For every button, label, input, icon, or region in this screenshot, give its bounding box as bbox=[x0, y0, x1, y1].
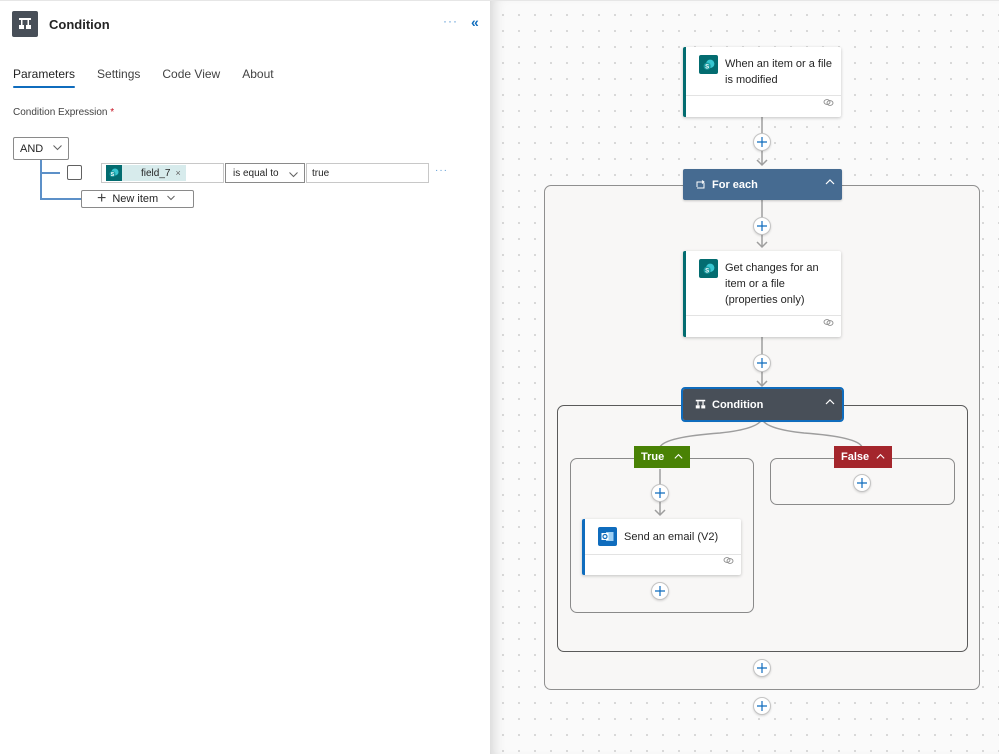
insert-step-button[interactable] bbox=[853, 474, 871, 492]
row-more-options-button[interactable]: ··· bbox=[435, 166, 448, 176]
right-operand-value: true bbox=[312, 167, 330, 179]
row-select-checkbox[interactable] bbox=[67, 165, 82, 180]
insert-step-button[interactable] bbox=[651, 484, 669, 502]
operator-dropdown[interactable]: is equal to bbox=[225, 163, 305, 183]
new-item-button[interactable]: + New item bbox=[81, 190, 194, 208]
tab-settings[interactable]: Settings bbox=[97, 67, 140, 88]
condition-expression-label: Condition Expression * bbox=[13, 107, 114, 118]
condition-header[interactable]: Condition bbox=[681, 387, 844, 422]
collapse-caret-icon[interactable] bbox=[673, 451, 684, 465]
condition-icon bbox=[695, 399, 706, 410]
tab-code-view[interactable]: Code View bbox=[162, 67, 220, 88]
link-icon bbox=[723, 552, 734, 570]
insert-step-button[interactable] bbox=[753, 133, 771, 151]
svg-text:S: S bbox=[705, 64, 709, 70]
loop-icon bbox=[695, 179, 706, 190]
send-email-card[interactable]: Send an email (V2) bbox=[582, 519, 741, 575]
panel-title: Condition bbox=[49, 16, 110, 32]
group-operator-dropdown[interactable]: AND bbox=[13, 137, 69, 160]
get-changes-title: Get changes for an item or a file (prope… bbox=[725, 262, 819, 306]
link-icon bbox=[823, 314, 834, 332]
collapse-caret-icon[interactable] bbox=[824, 176, 836, 191]
condition-expression-text: Condition Expression bbox=[13, 107, 108, 118]
foreach-title: For each bbox=[712, 178, 758, 191]
chevron-down-icon bbox=[288, 169, 299, 183]
true-branch-header[interactable]: True bbox=[634, 446, 690, 468]
condition-details-panel: Condition ··· « Parameters Settings Code… bbox=[0, 0, 490, 754]
card-divider bbox=[686, 315, 841, 316]
outlook-icon bbox=[598, 527, 617, 546]
plus-icon: + bbox=[97, 190, 107, 207]
send-email-title: Send an email (V2) bbox=[624, 531, 719, 543]
chevron-down-icon bbox=[166, 193, 176, 206]
dynamic-content-token: S field_7 × bbox=[106, 165, 186, 181]
card-divider bbox=[686, 95, 841, 96]
left-operand-input[interactable]: S field_7 × bbox=[101, 163, 224, 183]
collapse-caret-icon[interactable] bbox=[824, 396, 836, 411]
card-divider bbox=[585, 554, 741, 555]
operator-value: is equal to bbox=[233, 167, 279, 179]
sharepoint-icon: S bbox=[699, 259, 718, 278]
card-accent bbox=[683, 47, 686, 117]
insert-step-button[interactable] bbox=[753, 217, 771, 235]
chevron-down-icon bbox=[52, 142, 63, 156]
panel-tabs: Parameters Settings Code View About bbox=[13, 67, 296, 88]
condition-title: Condition bbox=[712, 398, 764, 411]
condition-icon bbox=[12, 11, 38, 37]
false-branch-header[interactable]: False bbox=[834, 446, 892, 468]
token-label: field_7 bbox=[141, 167, 171, 179]
get-changes-card[interactable]: S Get changes for an item or a file (pro… bbox=[683, 251, 841, 337]
tab-about[interactable]: About bbox=[242, 67, 273, 88]
insert-step-button[interactable] bbox=[651, 582, 669, 600]
group-operator-value: AND bbox=[20, 142, 44, 155]
tab-parameters[interactable]: Parameters bbox=[13, 67, 76, 88]
card-accent bbox=[582, 519, 585, 575]
link-icon bbox=[823, 94, 834, 112]
card-accent bbox=[683, 251, 686, 337]
tree-connector bbox=[40, 198, 81, 200]
svg-text:S: S bbox=[705, 268, 709, 274]
right-operand-input[interactable]: true bbox=[306, 163, 429, 183]
collapse-caret-icon[interactable] bbox=[875, 451, 886, 465]
tree-connector bbox=[40, 172, 60, 174]
false-branch-label: False bbox=[841, 451, 870, 463]
foreach-header[interactable]: For each bbox=[683, 169, 842, 200]
flow-designer-canvas[interactable]: S When an item or a file is modified For… bbox=[490, 0, 999, 754]
required-marker: * bbox=[110, 107, 115, 118]
insert-step-button[interactable] bbox=[753, 697, 771, 715]
sharepoint-icon: S bbox=[106, 165, 122, 181]
more-options-button[interactable]: ··· bbox=[443, 15, 458, 27]
new-item-label: New item bbox=[112, 193, 159, 205]
remove-token-button[interactable]: × bbox=[175, 168, 180, 178]
tree-connector bbox=[40, 160, 42, 199]
trigger-title: When an item or a file is modified bbox=[725, 58, 832, 86]
panel-header: Condition bbox=[12, 11, 110, 37]
insert-step-button[interactable] bbox=[753, 354, 771, 372]
collapse-panel-button[interactable]: « bbox=[471, 15, 479, 29]
insert-step-button[interactable] bbox=[753, 659, 771, 677]
trigger-card[interactable]: S When an item or a file is modified bbox=[683, 47, 841, 117]
sharepoint-icon: S bbox=[699, 55, 718, 74]
true-branch-label: True bbox=[641, 451, 665, 463]
